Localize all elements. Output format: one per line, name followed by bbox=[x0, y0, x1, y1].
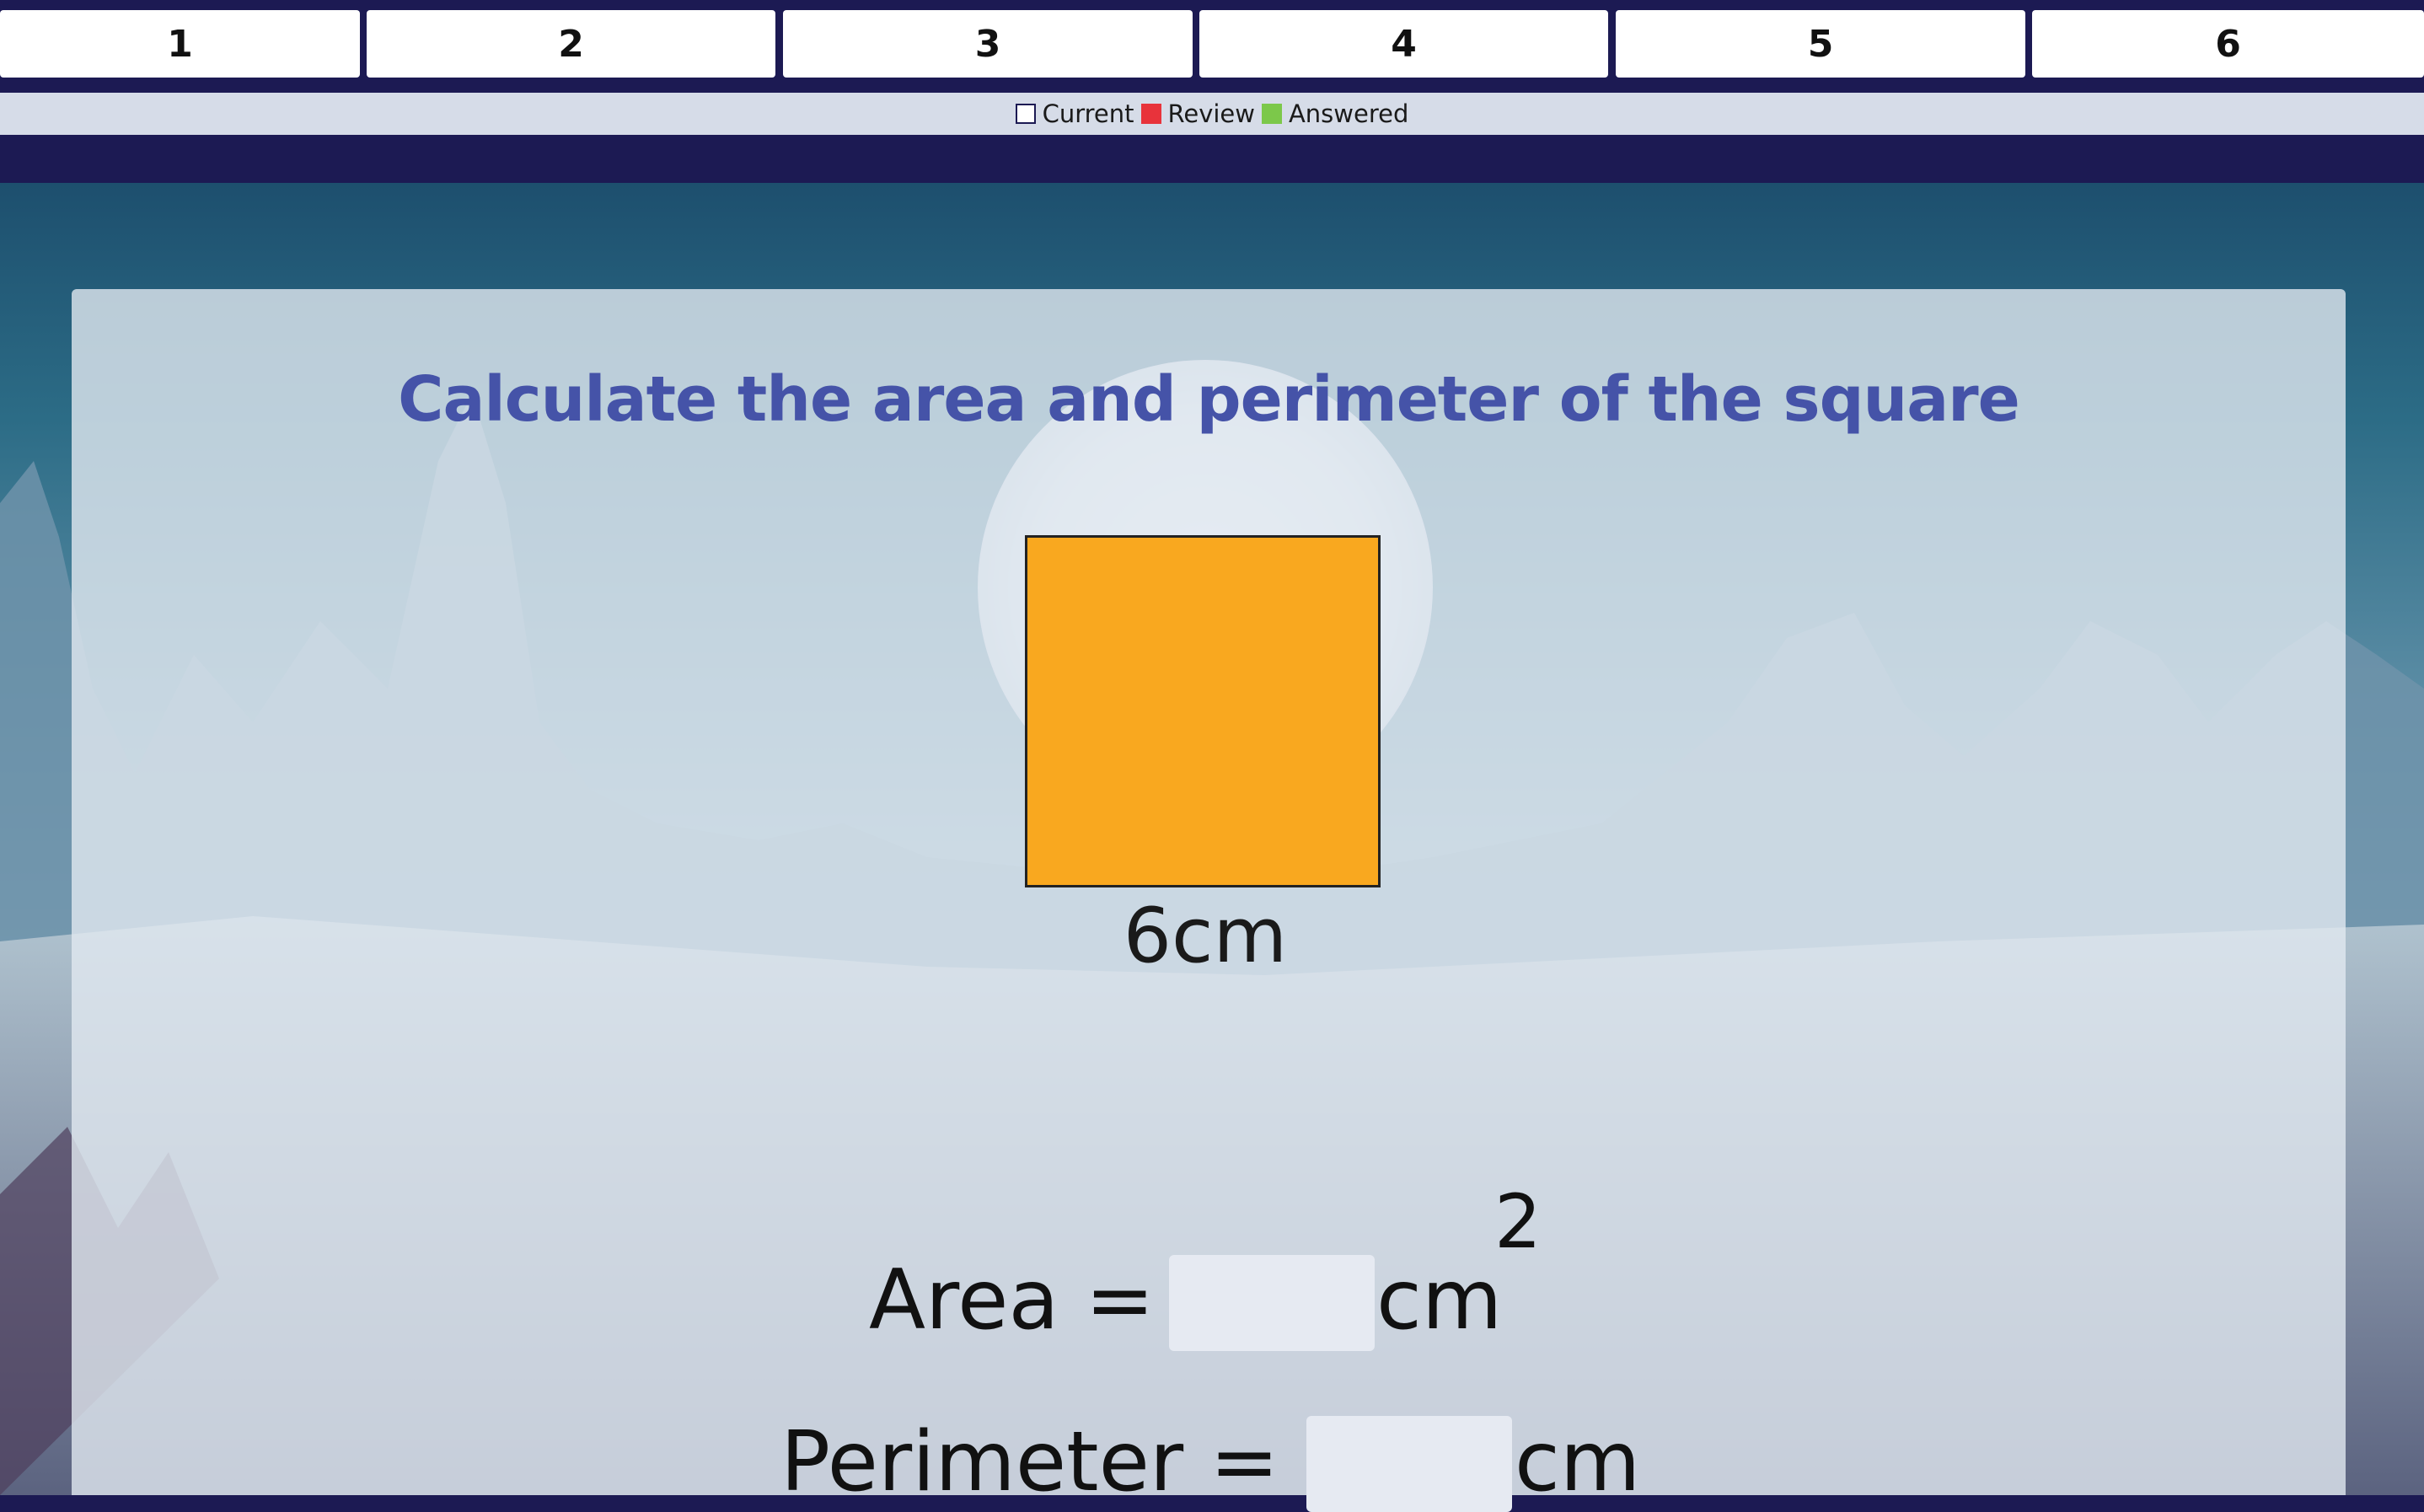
top-bar: 1 2 3 4 5 6 bbox=[0, 0, 2424, 91]
legend-current: Current bbox=[1015, 99, 1134, 128]
answered-swatch bbox=[1261, 104, 1282, 124]
header-band bbox=[0, 135, 2424, 183]
area-input[interactable] bbox=[1169, 1255, 1375, 1351]
legend-review-label: Review bbox=[1167, 99, 1255, 128]
legend-answered: Answered bbox=[1261, 99, 1409, 128]
question-4-button[interactable]: 4 bbox=[1199, 10, 1608, 78]
question-3-button[interactable]: 3 bbox=[783, 10, 1193, 78]
perimeter-unit: cm bbox=[1515, 1414, 1641, 1510]
perimeter-input[interactable] bbox=[1306, 1416, 1512, 1512]
question-panel: Calculate the area and perimeter of the … bbox=[72, 289, 2346, 1512]
review-swatch bbox=[1140, 104, 1161, 124]
area-unit: cm bbox=[1376, 1252, 1503, 1348]
legend-review: Review bbox=[1140, 99, 1255, 128]
question-title: Calculate the area and perimeter of the … bbox=[398, 363, 2020, 436]
status-legend: Current Review Answered bbox=[0, 93, 2424, 135]
question-2-button[interactable]: 2 bbox=[367, 10, 775, 78]
question-5-button[interactable]: 5 bbox=[1616, 10, 2025, 78]
legend-answered-label: Answered bbox=[1288, 99, 1409, 128]
perimeter-label: Perimeter = bbox=[780, 1414, 1279, 1510]
side-length-label: 6cm bbox=[1123, 892, 1288, 980]
square-shape bbox=[1025, 535, 1381, 887]
legend-current-label: Current bbox=[1042, 99, 1134, 128]
question-6-button[interactable]: 6 bbox=[2032, 10, 2424, 78]
current-swatch bbox=[1015, 104, 1036, 124]
area-label: Area = bbox=[869, 1252, 1155, 1348]
question-1-button[interactable]: 1 bbox=[0, 10, 360, 78]
area-superscript: 2 bbox=[1494, 1178, 1542, 1265]
question-navigation: 1 2 3 4 5 6 bbox=[0, 10, 2424, 78]
